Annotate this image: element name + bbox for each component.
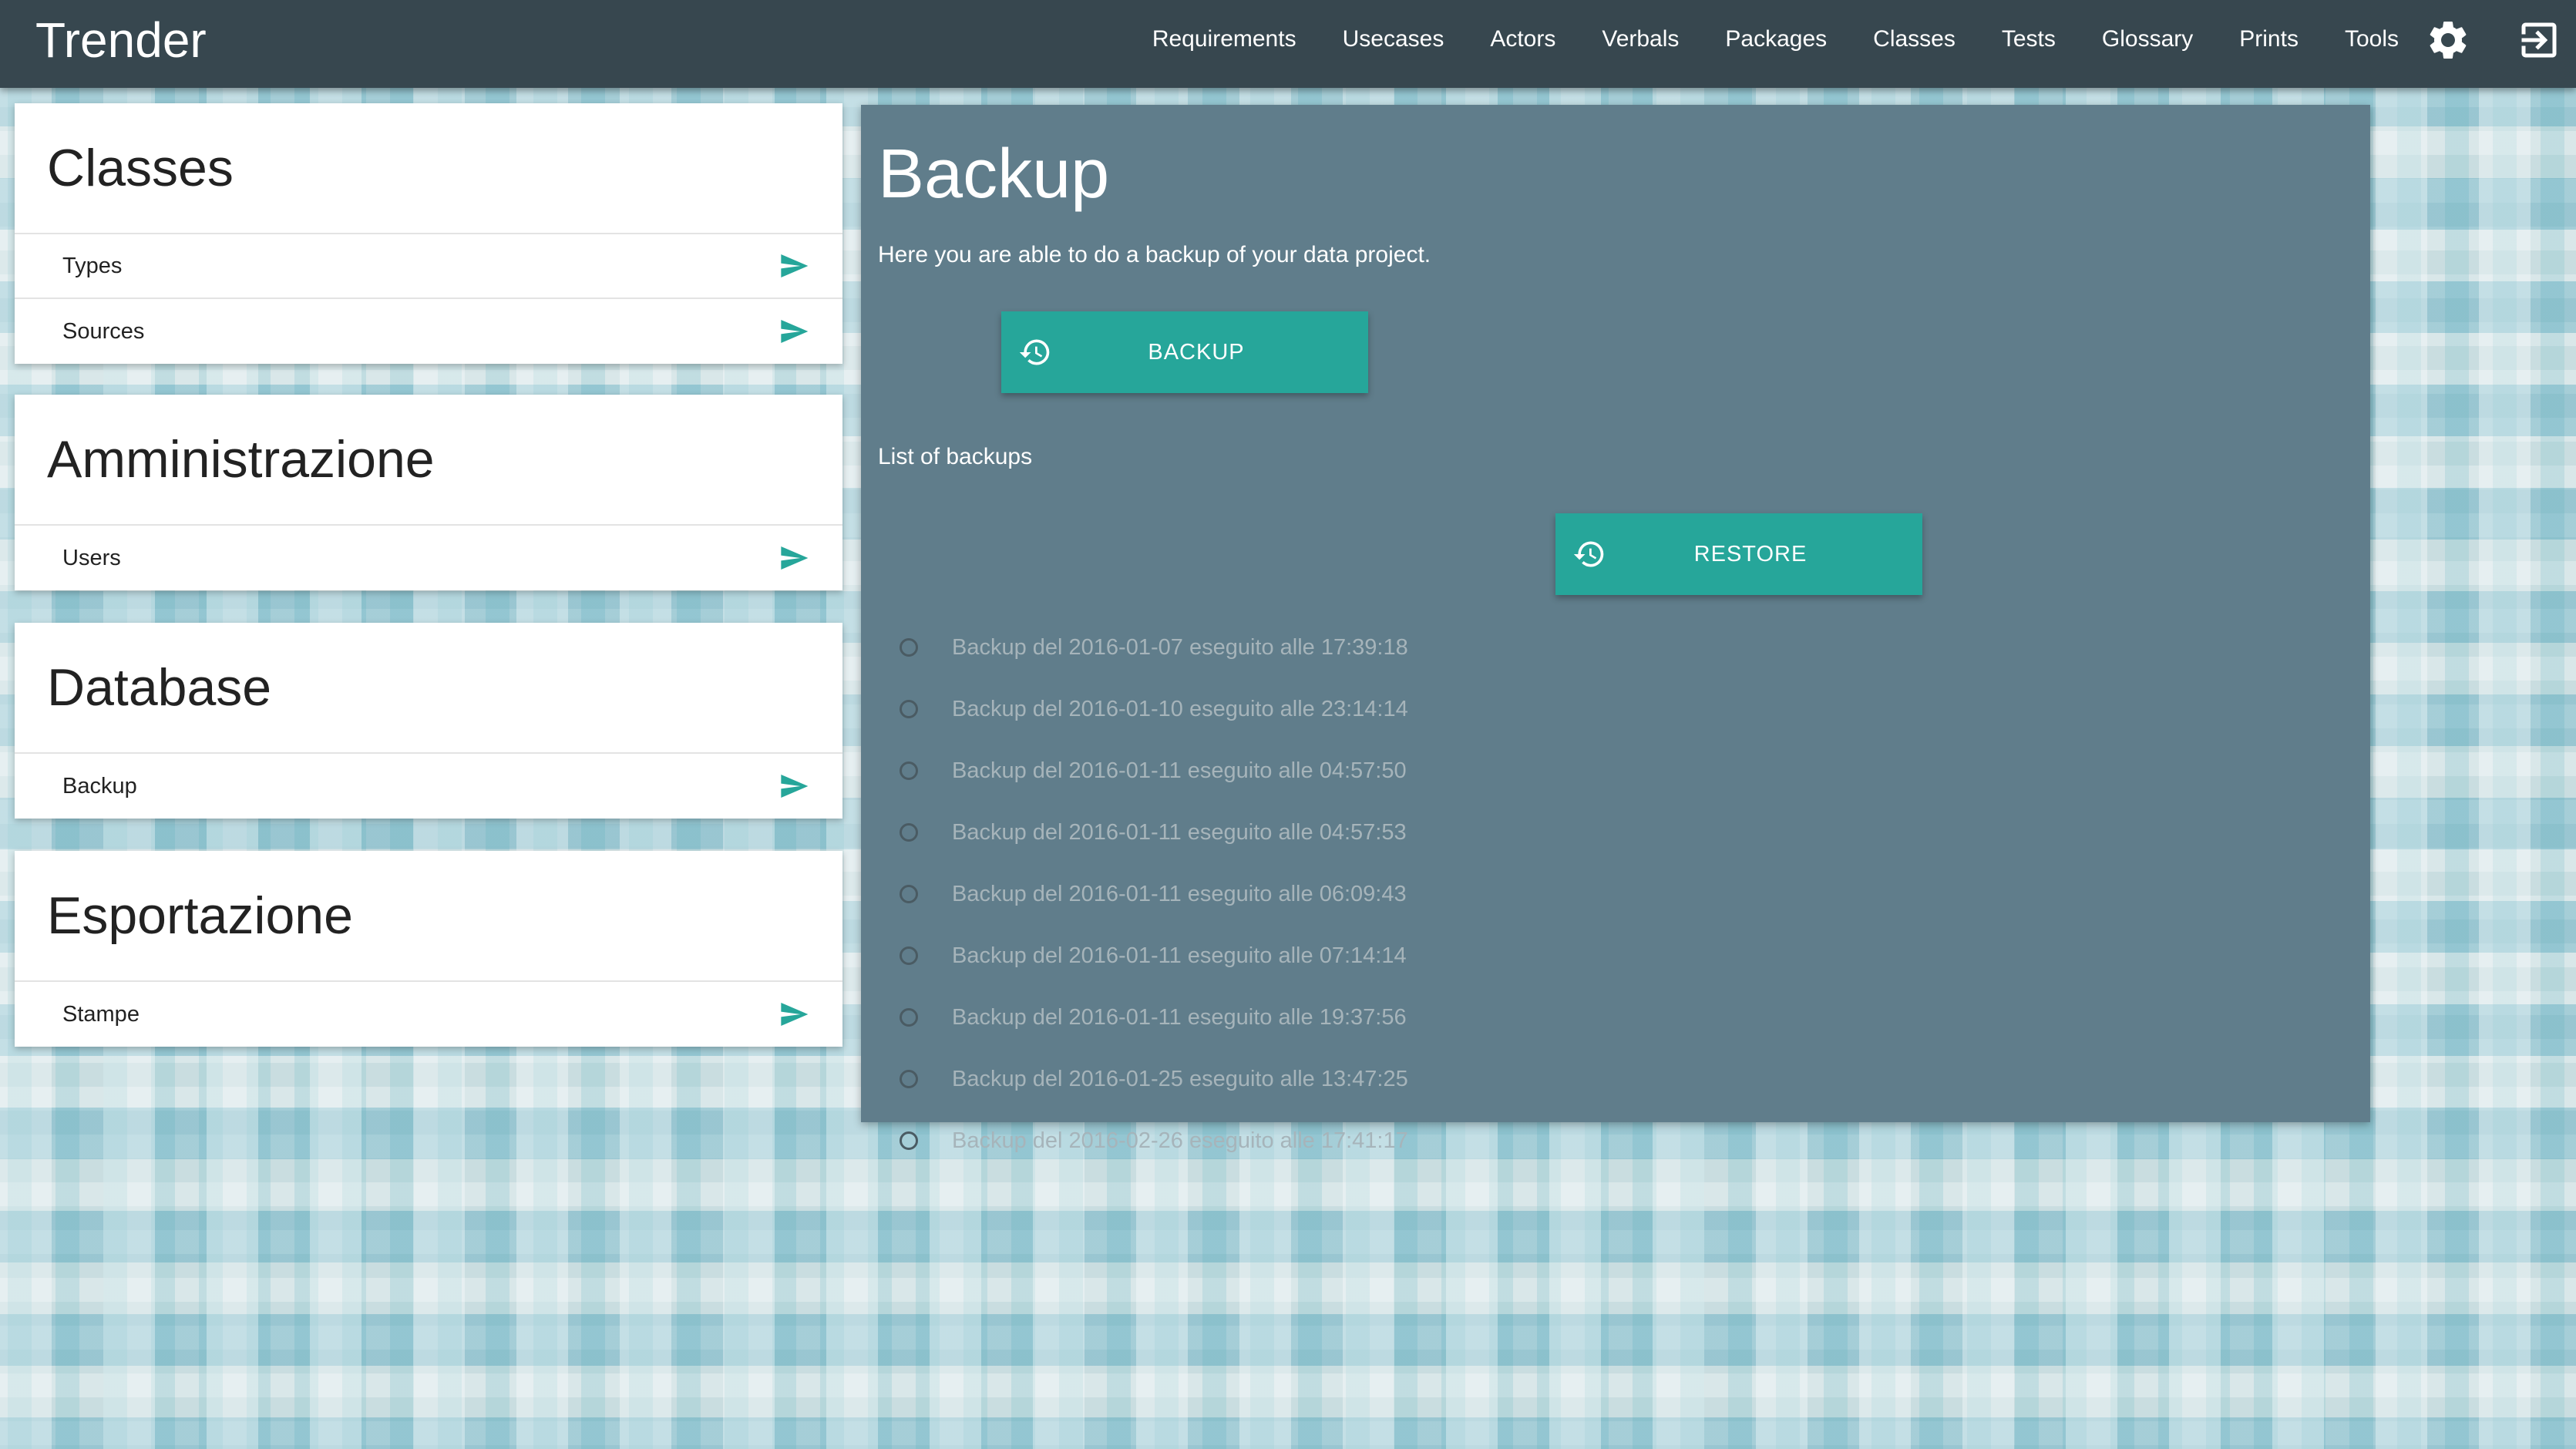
page-description: Here you are able to do a backup of your… [878, 242, 1431, 267]
sidebar-item-types[interactable]: Types [15, 234, 842, 299]
nav-glossary[interactable]: Glossary [2102, 26, 2193, 52]
nav-packages[interactable]: Packages [1725, 26, 1827, 52]
sidebar-item-users[interactable]: Users [15, 526, 842, 590]
send-icon[interactable] [776, 316, 812, 347]
history-icon [1572, 537, 1606, 571]
sidebar-item-label: Types [62, 253, 123, 278]
card-title: Amministrazione [15, 395, 842, 526]
radio-button[interactable] [900, 823, 918, 842]
radio-button[interactable] [900, 946, 918, 965]
sidebar-item-label: Backup [62, 773, 137, 798]
card-database: Database Backup [15, 623, 842, 819]
radio-button[interactable] [900, 1070, 918, 1088]
backup-list-item[interactable]: Backup del 2016-01-07 eseguito alle 17:3… [900, 617, 1408, 678]
send-icon[interactable] [776, 999, 812, 1030]
history-icon [1018, 335, 1052, 369]
backup-list-item[interactable]: Backup del 2016-01-25 eseguito alle 13:4… [900, 1048, 1408, 1110]
nav-tools[interactable]: Tools [2345, 26, 2399, 52]
nav-actors[interactable]: Actors [1490, 26, 1555, 52]
radio-button[interactable] [900, 1131, 918, 1150]
backup-list-item[interactable]: Backup del 2016-01-11 eseguito alle 04:5… [900, 740, 1407, 802]
backup-item-label: Backup del 2016-01-10 eseguito alle 23:1… [952, 696, 1408, 721]
restore-button-label: RESTORE [1693, 541, 1808, 566]
restore-button[interactable]: RESTORE [1555, 513, 1922, 595]
top-navbar: Trender Requirements Usecases Actors Ver… [0, 0, 2576, 88]
backup-item-label: Backup del 2016-02-26 eseguito alle 17:4… [952, 1128, 1408, 1153]
radio-button[interactable] [900, 885, 918, 903]
sidebar-item-label: Sources [62, 318, 145, 344]
gear-icon[interactable] [2425, 17, 2471, 63]
nav-classes[interactable]: Classes [1873, 26, 1956, 52]
backup-item-label: Backup del 2016-01-11 eseguito alle 06:0… [952, 881, 1407, 906]
app-brand[interactable]: Trender [35, 9, 207, 71]
backup-item-label: Backup del 2016-01-11 eseguito alle 07:1… [952, 943, 1407, 968]
backup-list-item[interactable]: Backup del 2016-01-10 eseguito alle 23:1… [900, 678, 1408, 740]
nav-verbals[interactable]: Verbals [1602, 26, 1679, 52]
page-title: Backup [878, 136, 1110, 213]
card-esportazione: Esportazione Stampe [15, 851, 842, 1047]
sidebar-item-sources[interactable]: Sources [15, 299, 842, 364]
backup-list-item[interactable]: Backup del 2016-02-26 eseguito alle 17:4… [900, 1110, 1408, 1172]
card-classes: Classes Types Sources [15, 103, 842, 364]
backup-button[interactable]: BACKUP [1001, 311, 1368, 393]
sidebar-item-backup[interactable]: Backup [15, 754, 842, 819]
card-amministrazione: Amministrazione Users [15, 395, 842, 590]
backup-item-label: Backup del 2016-01-25 eseguito alle 13:4… [952, 1066, 1408, 1091]
backup-list-item[interactable]: Backup del 2016-01-11 eseguito alle 06:0… [900, 863, 1407, 925]
radio-button[interactable] [900, 700, 918, 718]
backup-item-label: Backup del 2016-01-11 eseguito alle 04:5… [952, 819, 1407, 845]
backup-item-label: Backup del 2016-01-11 eseguito alle 04:5… [952, 758, 1407, 783]
backup-list-item[interactable]: Backup del 2016-01-11 eseguito alle 04:5… [900, 802, 1407, 863]
card-title: Database [15, 623, 842, 754]
radio-button[interactable] [900, 1008, 918, 1027]
radio-button[interactable] [900, 638, 918, 657]
backup-item-label: Backup del 2016-01-07 eseguito alle 17:3… [952, 634, 1408, 660]
nav-prints[interactable]: Prints [2239, 26, 2299, 52]
backup-list-item[interactable]: Backup del 2016-01-11 eseguito alle 19:3… [900, 987, 1407, 1048]
backup-item-label: Backup del 2016-01-11 eseguito alle 19:3… [952, 1004, 1407, 1030]
backup-list-title: List of backups [878, 444, 1033, 469]
nav-tests[interactable]: Tests [2002, 26, 2056, 52]
backup-button-label: BACKUP [1148, 339, 1245, 365]
send-icon[interactable] [776, 543, 812, 573]
card-title: Esportazione [15, 851, 842, 982]
logout-icon[interactable] [2516, 17, 2562, 63]
send-icon[interactable] [776, 250, 812, 281]
nav-links: Requirements Usecases Actors Verbals Pac… [1152, 0, 2399, 79]
nav-requirements[interactable]: Requirements [1152, 26, 1296, 52]
sidebar-item-label: Users [62, 545, 121, 570]
backup-panel: Backup Here you are able to do a backup … [861, 105, 2370, 1153]
send-icon[interactable] [776, 771, 812, 802]
sidebar-item-label: Stampe [62, 1001, 140, 1027]
card-title: Classes [15, 103, 842, 234]
backup-list-item[interactable]: Backup del 2016-01-11 eseguito alle 07:1… [900, 925, 1407, 987]
sidebar-item-stampe[interactable]: Stampe [15, 982, 842, 1047]
radio-button[interactable] [900, 761, 918, 780]
nav-usecases[interactable]: Usecases [1343, 26, 1444, 52]
